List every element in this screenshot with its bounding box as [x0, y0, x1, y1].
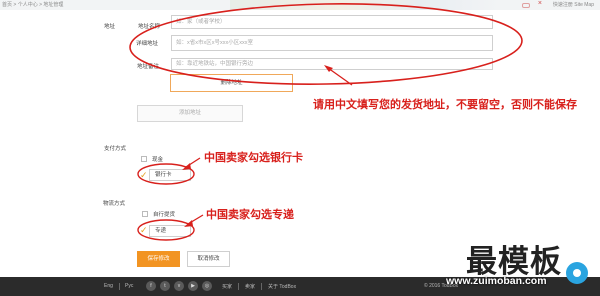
breadcrumb[interactable]: 首页 > 个人中心 > 地址管理 [2, 1, 63, 8]
bank-arrow-line [185, 157, 201, 168]
twitter-icon[interactable]: t [160, 281, 170, 291]
watermark-url: www.zuimoban.com [446, 275, 547, 287]
address-note-label: 地址备注 [137, 64, 160, 70]
top-right-links[interactable]: 快速注册 Site Map [553, 1, 594, 8]
delivery-express-option[interactable]: 专递 [149, 225, 191, 237]
lang-eng-link[interactable]: Eng [104, 283, 113, 289]
address-section-label: 地址 [104, 24, 116, 30]
facebook-icon[interactable]: f [146, 281, 156, 291]
address-name-label: 地址名称 [138, 24, 161, 30]
address-note-input[interactable]: 如：靠近地铁站，中国银行旁边 [171, 58, 493, 70]
footer-divider [119, 283, 120, 290]
express-annotation-text: 中国卖家勾选专递 [206, 209, 294, 221]
chat-icon[interactable] [566, 262, 588, 284]
footer-link-buyers[interactable]: 买家 [222, 283, 232, 290]
close-icon[interactable]: × [538, 0, 542, 7]
address-annotation-text: 请用中文填写您的发货地址，不要留空，否则不能保存 [313, 99, 577, 111]
delete-address-button[interactable]: 删除地址 [170, 74, 293, 92]
payment-cash-label: 现金 [152, 157, 164, 163]
delivery-pickup-label: 自行提货 [153, 212, 176, 218]
payment-bank-check-icon[interactable]: ✓ [140, 170, 148, 181]
delivery-express-check-icon[interactable]: ✓ [140, 225, 148, 236]
bank-annotation-text: 中国卖家勾选银行卡 [204, 152, 303, 164]
lang-pyc-link[interactable]: Pyc [125, 283, 133, 289]
address-detail-input[interactable]: 如：x省x市x区x号xxx小区xxx室 [171, 35, 493, 51]
cancel-button[interactable]: 取消修改 [187, 251, 230, 267]
payment-cash-checkbox[interactable] [141, 156, 147, 162]
save-button[interactable]: 保存修改 [137, 251, 180, 267]
address-name-input[interactable]: 如：家（或者学校） [171, 15, 493, 29]
footer-divider [238, 283, 239, 290]
search-icon[interactable] [522, 3, 530, 8]
footer-divider [261, 283, 262, 290]
payment-section-label: 支付方式 [104, 146, 127, 152]
address-detail-label: 详细地址 [136, 41, 159, 47]
delivery-pickup-checkbox[interactable] [142, 211, 148, 217]
top-bar: 首页 > 个人中心 > 地址管理 × 快速注册 Site Map [0, 0, 600, 10]
vk-icon[interactable]: v [174, 281, 184, 291]
youtube-icon[interactable]: ▶ [188, 281, 198, 291]
header-map-strip [230, 0, 500, 10]
address-arrow-line [327, 67, 353, 86]
express-arrow-line [187, 214, 204, 225]
delivery-section-label: 物流方式 [103, 201, 126, 207]
instagram-icon[interactable]: ◎ [202, 281, 212, 291]
footer-link-about[interactable]: 关于 TodBox [268, 283, 296, 290]
payment-bank-option[interactable]: 银行卡 [149, 169, 191, 181]
footer-link-sellers[interactable]: 卖家 [245, 283, 255, 290]
add-address-button[interactable]: 添加地址 [137, 105, 243, 122]
